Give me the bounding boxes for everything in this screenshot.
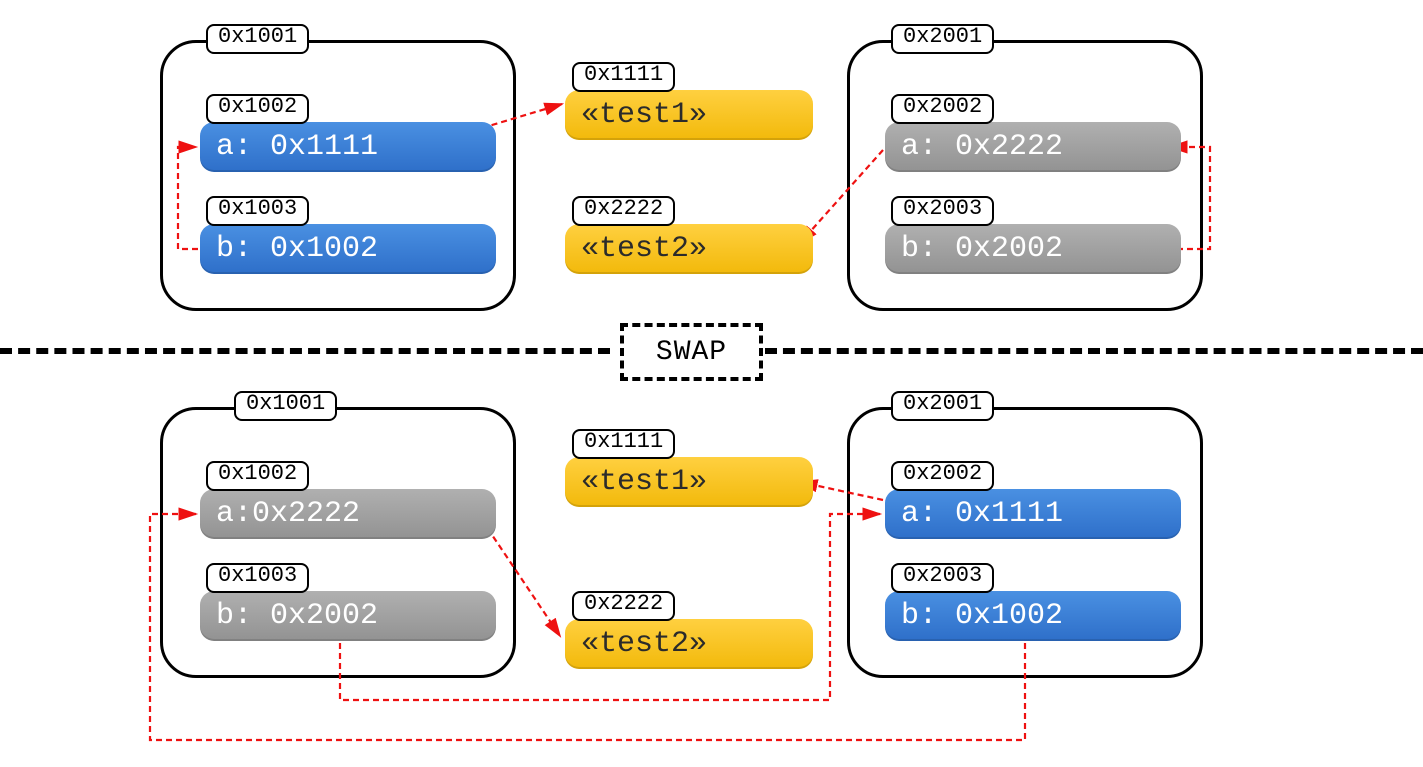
bottom-left-a-pill: a:0x2222 xyxy=(200,489,496,539)
top-right-a-addr: 0x2002 xyxy=(891,94,994,124)
swap-label: SWAP xyxy=(656,337,727,368)
top-left-a-pill: a: 0x1111 xyxy=(200,122,496,172)
bottom-heap1-label: «test1» xyxy=(581,465,707,499)
bottom-right-container-addr: 0x2001 xyxy=(891,391,994,421)
bottom-right-b-addr: 0x2003 xyxy=(891,563,994,593)
bottom-right-a-label: a: 0x1111 xyxy=(901,497,1063,531)
bottom-right-b-label: b: 0x1002 xyxy=(901,599,1063,633)
top-heap1-addr: 0x1111 xyxy=(572,62,675,92)
bottom-right-a-addr: 0x2002 xyxy=(891,461,994,491)
top-left-b-label: b: 0x1002 xyxy=(216,232,378,266)
top-heap1-pill: «test1» xyxy=(565,90,813,140)
swap-divider-right xyxy=(765,348,1423,354)
bottom-heap2-addr: 0x2222 xyxy=(572,591,675,621)
bottom-left-b-pill: b: 0x2002 xyxy=(200,591,496,641)
top-right-b-label: b: 0x2002 xyxy=(901,232,1063,266)
bottom-left-container-addr: 0x1001 xyxy=(234,391,337,421)
top-right-b-addr: 0x2003 xyxy=(891,196,994,226)
swap-label-box: SWAP xyxy=(620,323,763,381)
bottom-heap2-pill: «test2» xyxy=(565,619,813,669)
bottom-heap1-addr: 0x1111 xyxy=(572,429,675,459)
bottom-left-a-label: a:0x2222 xyxy=(216,497,360,531)
bottom-heap1-pill: «test1» xyxy=(565,457,813,507)
top-left-b-pill: b: 0x1002 xyxy=(200,224,496,274)
top-heap2-addr: 0x2222 xyxy=(572,196,675,226)
top-left-a-addr: 0x1002 xyxy=(206,94,309,124)
top-left-b-addr: 0x1003 xyxy=(206,196,309,226)
bottom-right-a-pill: a: 0x1111 xyxy=(885,489,1181,539)
diagram-stage: 0x1001 0x1002 a: 0x1111 0x1003 b: 0x1002… xyxy=(0,0,1423,767)
bottom-left-b-label: b: 0x2002 xyxy=(216,599,378,633)
top-left-a-label: a: 0x1111 xyxy=(216,130,378,164)
top-right-a-label: a: 0x2222 xyxy=(901,130,1063,164)
top-right-b-pill: b: 0x2002 xyxy=(885,224,1181,274)
bottom-heap2-label: «test2» xyxy=(581,627,707,661)
bottom-right-b-pill: b: 0x1002 xyxy=(885,591,1181,641)
top-heap2-label: «test2» xyxy=(581,232,707,266)
bottom-left-a-addr: 0x1002 xyxy=(206,461,309,491)
top-right-container-addr: 0x2001 xyxy=(891,24,994,54)
swap-divider-left xyxy=(0,348,610,354)
top-left-container-addr: 0x1001 xyxy=(206,24,309,54)
top-right-a-pill: a: 0x2222 xyxy=(885,122,1181,172)
top-heap2-pill: «test2» xyxy=(565,224,813,274)
top-heap1-label: «test1» xyxy=(581,98,707,132)
bottom-left-b-addr: 0x1003 xyxy=(206,563,309,593)
